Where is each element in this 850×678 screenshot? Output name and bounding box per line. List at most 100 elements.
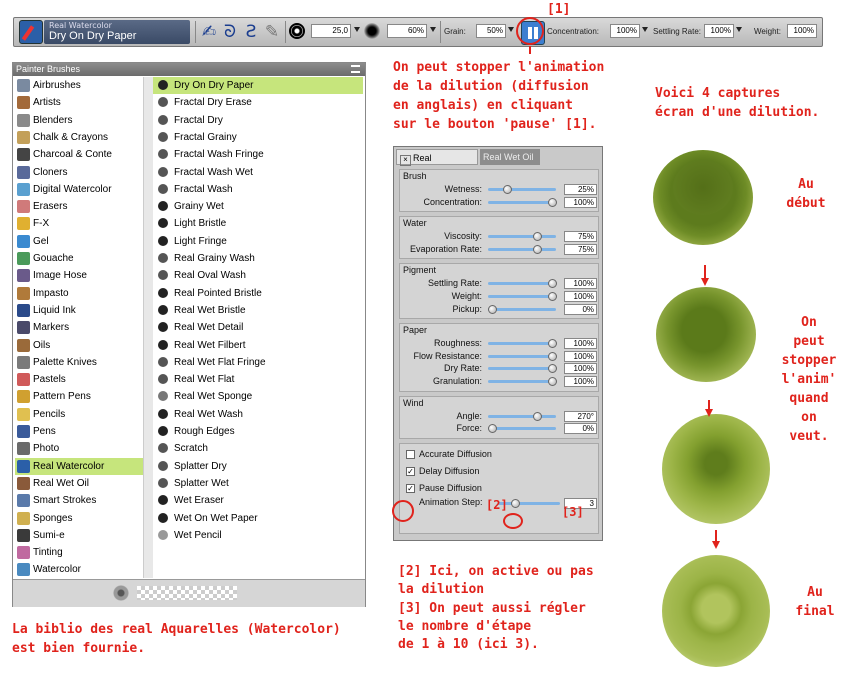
variant-item[interactable]: Dry On Dry Paper — [153, 77, 363, 94]
panel-menu-icon[interactable] — [351, 65, 360, 73]
variant-item[interactable]: Wet On Wet Paper — [153, 510, 363, 527]
slider-knob[interactable] — [488, 304, 497, 314]
settling-rate-field[interactable]: 100% — [704, 24, 734, 38]
grain-dropdown-icon[interactable] — [508, 27, 514, 32]
setting-slider[interactable] — [488, 367, 556, 371]
variant-label: Real Wet Flat Fringe — [174, 356, 266, 368]
stroke-line-icon[interactable]: Ꙅ — [241, 22, 261, 42]
setting-slider[interactable] — [488, 354, 556, 358]
variant-item[interactable]: Wet Eraser — [153, 492, 363, 509]
annotation-marker-3: [3] — [562, 505, 584, 519]
slider-knob[interactable] — [548, 376, 557, 386]
setting-value-field[interactable]: 100% — [564, 196, 597, 208]
brush-dab-icon — [158, 235, 168, 246]
brush-dab-icon — [158, 529, 168, 540]
setting-value-field[interactable]: 100% — [564, 338, 597, 350]
slider-knob[interactable] — [548, 339, 557, 349]
setting-value-field[interactable]: 25% — [564, 184, 597, 195]
slider-knob[interactable] — [488, 424, 497, 434]
setting-slider[interactable] — [488, 379, 556, 383]
variant-item[interactable]: Real Wet Flat — [153, 371, 363, 388]
variant-label: Real Wet Flat — [174, 374, 235, 386]
setting-slider[interactable] — [488, 247, 556, 251]
variant-item[interactable]: Real Grainy Wash — [153, 250, 363, 267]
slider-knob[interactable] — [548, 197, 557, 207]
setting-slider[interactable] — [488, 427, 556, 431]
size-field[interactable]: 25,0 — [311, 24, 351, 38]
setting-slider[interactable] — [488, 342, 556, 346]
variant-item[interactable]: Real Pointed Bristle — [153, 285, 363, 302]
variant-item[interactable]: Real Wet Wash — [153, 406, 363, 423]
brush-selector[interactable]: Real Watercolor Dry On Dry Paper — [44, 20, 190, 44]
variant-item[interactable]: Light Bristle — [153, 215, 363, 232]
setting-value-field[interactable]: 100% — [564, 278, 597, 290]
variant-label: Real Wet Filbert — [174, 339, 246, 351]
variant-item[interactable]: Light Fringe — [153, 233, 363, 250]
setting-slider[interactable] — [488, 188, 556, 191]
variant-item[interactable]: Fractal Dry — [153, 112, 363, 129]
setting-value-field[interactable]: 100% — [564, 290, 597, 302]
brush-dab-icon — [158, 253, 168, 263]
brush-selector-icon[interactable] — [19, 20, 43, 44]
variant-item[interactable]: Fractal Dry Erase — [153, 94, 363, 111]
slider-knob[interactable] — [511, 498, 520, 508]
concentration-field[interactable]: 100% — [610, 24, 640, 38]
setting-slider[interactable] — [488, 200, 556, 204]
size-dropdown-icon[interactable] — [354, 27, 360, 32]
variant-item[interactable]: Splatter Dry — [153, 458, 363, 475]
variant-item[interactable]: Real Wet Bristle — [153, 302, 363, 319]
opacity-dropdown-icon[interactable] — [430, 27, 436, 32]
setting-slider[interactable] — [488, 414, 556, 418]
weight-field[interactable]: 100% — [787, 24, 817, 38]
slider-knob[interactable] — [503, 185, 512, 194]
slider-knob[interactable] — [548, 351, 557, 361]
variant-item[interactable]: Splatter Wet — [153, 475, 363, 492]
variant-item[interactable]: Fractal Wash — [153, 181, 363, 198]
stroke-curve-icon[interactable]: ᘐ — [220, 22, 240, 42]
arrow-down-icon — [712, 541, 720, 549]
setting-value-field[interactable]: 270° — [564, 410, 597, 422]
setting-value-field[interactable]: 100% — [564, 350, 597, 362]
setting-slider[interactable] — [488, 282, 556, 286]
slider-knob[interactable] — [533, 411, 542, 421]
grain-field[interactable]: 50% — [476, 24, 506, 38]
variant-item[interactable]: Real Wet Filbert — [153, 337, 363, 354]
setting-slider[interactable] — [488, 235, 556, 239]
variant-item[interactable]: Fractal Grainy — [153, 129, 363, 146]
settling-rate-dropdown-icon[interactable] — [736, 27, 742, 32]
variant-item[interactable]: Rough Edges — [153, 423, 363, 440]
option-checkbox[interactable]: ✓ — [406, 466, 415, 476]
slider-knob[interactable] — [533, 244, 542, 254]
slider-knob[interactable] — [548, 291, 557, 301]
variant-item[interactable]: Wet Pencil — [153, 527, 363, 544]
option-checkbox[interactable]: ✓ — [406, 483, 415, 493]
variant-label: Real Pointed Bristle — [174, 287, 262, 299]
variant-item[interactable]: Fractal Wash Fringe — [153, 146, 363, 163]
variant-item[interactable]: Real Oval Wash — [153, 267, 363, 284]
variant-item[interactable]: Scratch — [153, 440, 363, 457]
setting-value-field[interactable]: 75% — [564, 231, 597, 243]
variant-item[interactable]: Real Wet Sponge — [153, 388, 363, 405]
weight-label: Weight: — [754, 27, 781, 36]
watercolor-settings: Brush Wetness: 25% Concentration: 100% Water V… — [394, 147, 602, 540]
setting-value-field[interactable]: 100% — [564, 375, 597, 387]
setting-value-field[interactable]: 100% — [564, 363, 597, 375]
setting-slider[interactable] — [488, 307, 556, 311]
variant-item[interactable]: Fractal Wash Wet — [153, 164, 363, 181]
setting-slider[interactable] — [488, 294, 556, 298]
annotation-circle-pause — [516, 17, 544, 45]
concentration-dropdown-icon[interactable] — [642, 27, 648, 32]
slider-knob[interactable] — [548, 279, 557, 289]
opacity-field[interactable]: 60% — [387, 24, 427, 38]
slider-knob[interactable] — [533, 232, 542, 242]
option-checkbox[interactable] — [406, 449, 415, 459]
animation-step-note: [3] On peut aussi régler le nombre d'éta… — [398, 601, 586, 652]
setting-value-field[interactable]: 0% — [564, 303, 597, 315]
stroke-freehand-icon[interactable]: ✍ — [199, 22, 219, 42]
setting-value-field[interactable]: 75% — [564, 243, 597, 255]
variant-item[interactable]: Grainy Wet — [153, 198, 363, 215]
slider-knob[interactable] — [548, 364, 557, 374]
variant-item[interactable]: Real Wet Detail — [153, 319, 363, 336]
setting-value-field[interactable]: 0% — [564, 423, 597, 435]
variant-item[interactable]: Real Wet Flat Fringe — [153, 354, 363, 371]
